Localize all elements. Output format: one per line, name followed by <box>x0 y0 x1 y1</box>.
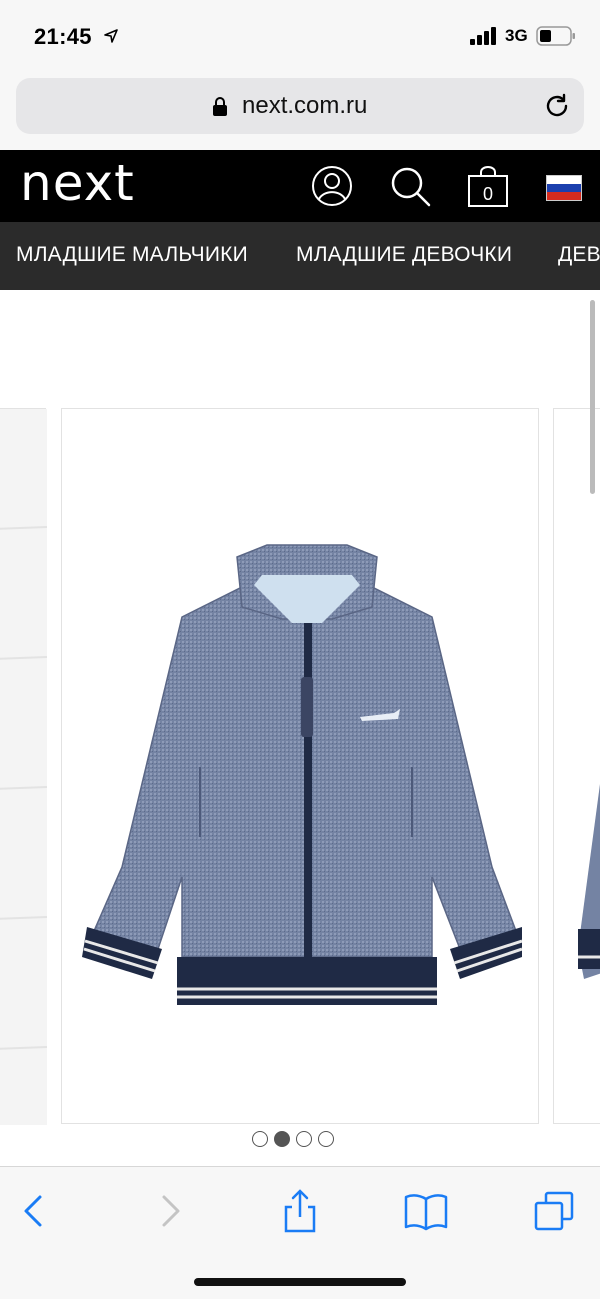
account-icon[interactable] <box>310 164 354 208</box>
carousel-slide-next[interactable] <box>553 408 600 1124</box>
russia-flag-icon[interactable] <box>546 175 582 201</box>
reload-icon[interactable] <box>544 93 570 119</box>
address-bar[interactable]: next.com.ru <box>16 78 584 134</box>
carousel-dot[interactable] <box>318 1131 334 1147</box>
url-text[interactable]: next.com.ru <box>242 92 367 120</box>
share-icon[interactable] <box>278 1189 322 1233</box>
category-nav: МЛАДШИЕ МАЛЬЧИКИ МЛАДШИЕ ДЕВОЧКИ ДЕВ <box>0 222 600 290</box>
search-icon[interactable] <box>388 164 432 208</box>
jacket-product-image <box>82 544 522 1005</box>
bag-icon[interactable]: 0 <box>466 164 510 208</box>
site-header: next 0 <box>0 150 600 222</box>
carousel-dot[interactable] <box>252 1131 268 1147</box>
forward-icon[interactable] <box>148 1189 192 1233</box>
carousel-slide-active[interactable] <box>61 408 539 1124</box>
next-product-image <box>578 784 600 979</box>
bag-count: 0 <box>483 184 493 204</box>
tabs-icon[interactable] <box>532 1189 576 1233</box>
location-arrow-icon <box>104 29 118 43</box>
page-scrollbar[interactable] <box>590 300 595 494</box>
battery-icon <box>536 26 575 46</box>
category-младшие-девочки[interactable]: МЛАДШИЕ ДЕВОЧКИ <box>296 243 512 267</box>
status-bar: 21:45 3G <box>0 0 600 66</box>
category-девочки[interactable]: ДЕВ <box>558 243 600 267</box>
back-icon[interactable] <box>12 1189 56 1233</box>
carousel-dot[interactable] <box>296 1131 312 1147</box>
clock: 21:45 <box>34 24 92 49</box>
home-indicator <box>194 1278 406 1286</box>
previous-product-image <box>0 409 48 1125</box>
category-младшие-мальчики[interactable]: МЛАДШИЕ МАЛЬЧИКИ <box>16 243 248 267</box>
carousel-dot-active[interactable] <box>274 1131 290 1147</box>
browser-chrome: next.com.ru <box>0 66 600 150</box>
carousel-slide-previous[interactable] <box>0 408 48 1125</box>
bookmarks-icon[interactable] <box>404 1189 448 1233</box>
next-logo[interactable]: next <box>20 154 135 212</box>
network-type: 3G <box>505 26 528 45</box>
signal-icon <box>470 27 496 45</box>
carousel-pagination <box>252 1131 340 1151</box>
lock-icon <box>213 97 227 116</box>
